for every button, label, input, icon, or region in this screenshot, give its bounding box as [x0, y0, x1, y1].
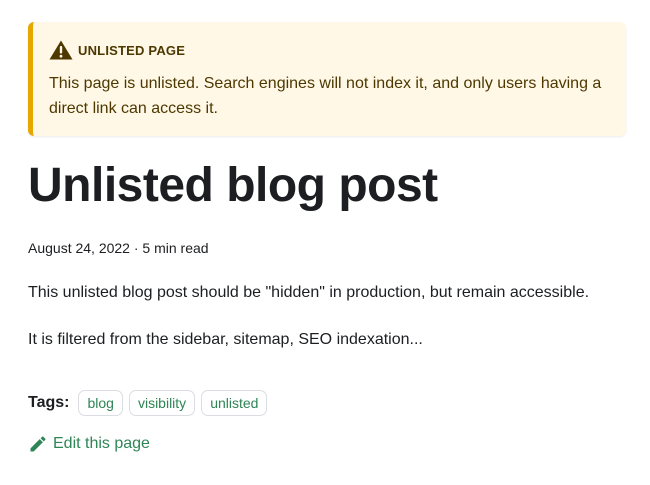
admonition-heading-text: UNLISTED PAGE: [78, 42, 186, 58]
tag-blog[interactable]: blog: [78, 390, 123, 416]
tag-unlisted[interactable]: unlisted: [201, 390, 268, 416]
warning-triangle-icon: [49, 40, 73, 60]
edit-this-page-link[interactable]: Edit this page: [28, 434, 150, 454]
post-paragraph-1: This unlisted blog post should be "hidde…: [28, 284, 590, 301]
unlisted-warning-admonition: UNLISTED PAGE This page is unlisted. Sea…: [28, 22, 626, 136]
post-title: Unlisted blog post: [28, 159, 438, 212]
blog-post-page: UNLISTED PAGE This page is unlisted. Sea…: [0, 0, 650, 485]
tags-list: Tags: blog visibility unlisted: [28, 390, 273, 416]
admonition-text: This page is unlisted. Search engines wi…: [49, 75, 602, 117]
tags-label: Tags:: [28, 394, 70, 411]
post-paragraph-2: It is filtered from the sidebar, sitemap…: [28, 331, 423, 348]
tag-visibility[interactable]: visibility: [128, 390, 196, 416]
edit-this-page-label: Edit this page: [53, 435, 150, 452]
admonition-heading: UNLISTED PAGE: [49, 40, 610, 60]
pencil-icon: [30, 436, 46, 452]
post-meta: August 24, 2022 · 5 min read: [28, 240, 209, 256]
